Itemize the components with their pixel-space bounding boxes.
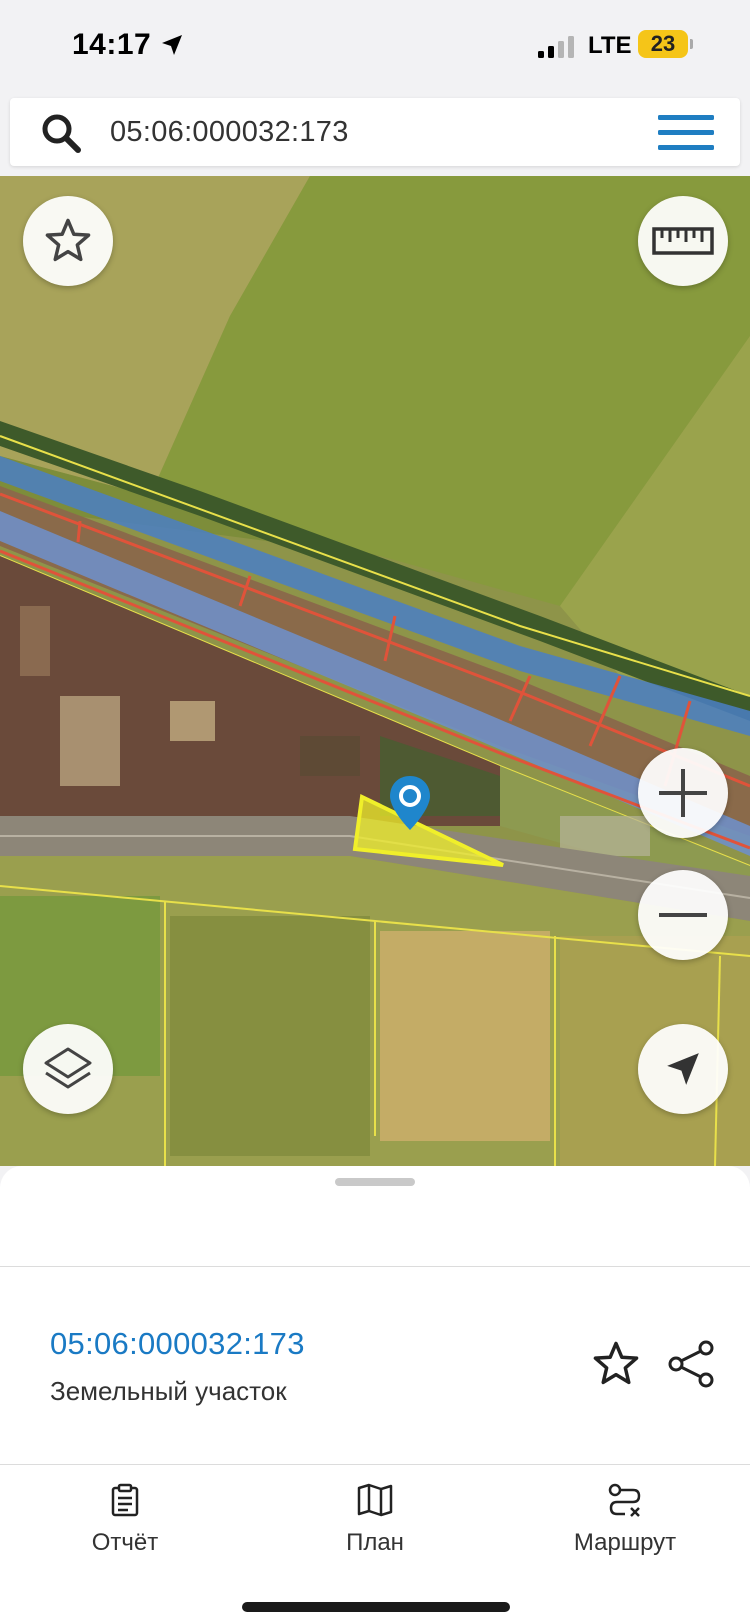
- map-view[interactable]: [0, 176, 750, 1166]
- status-time: 14:17: [72, 28, 152, 61]
- hamburger-menu-icon[interactable]: [658, 114, 714, 152]
- battery-tip: [690, 39, 693, 49]
- network-label: LTE: [588, 32, 632, 59]
- zoom-out-icon: [659, 913, 707, 917]
- zoom-in-button[interactable]: [638, 748, 728, 838]
- locate-icon: [667, 1053, 699, 1085]
- parcel-cadastral-number[interactable]: 05:06:000032:173: [50, 1326, 305, 1362]
- signal-icon: [538, 36, 574, 58]
- favorite-map-button[interactable]: [23, 196, 113, 286]
- parcel-type-label: Земельный участок: [50, 1376, 287, 1406]
- sheet-divider-top: [0, 1266, 750, 1267]
- route-tab[interactable]: Маршрут: [530, 1483, 720, 1563]
- location-arrow-icon: [162, 35, 182, 55]
- search-input[interactable]: 05:06:000032:173: [110, 116, 349, 149]
- layers-icon: [44, 1047, 92, 1089]
- clipboard-icon: [111, 1483, 139, 1517]
- zoom-out-button[interactable]: [638, 870, 728, 960]
- favorite-star-icon[interactable]: [590, 1338, 642, 1390]
- map-pin-icon: [390, 776, 430, 830]
- map-icon: [357, 1483, 393, 1517]
- route-icon: [608, 1483, 641, 1517]
- search-icon[interactable]: [38, 110, 84, 156]
- measure-button[interactable]: [638, 196, 728, 286]
- route-tab-label: Маршрут: [573, 1529, 677, 1556]
- layers-button[interactable]: [23, 1024, 113, 1114]
- plan-tab[interactable]: План: [280, 1483, 470, 1563]
- share-icon[interactable]: [666, 1338, 718, 1390]
- search-bar[interactable]: 05:06:000032:173: [10, 98, 740, 166]
- status-bar: 14:17 LTE 23: [0, 0, 750, 92]
- zoom-in-icon: [659, 769, 707, 817]
- battery-indicator: 23: [638, 30, 688, 58]
- sheet-divider-bottom: [0, 1464, 750, 1465]
- home-indicator[interactable]: [242, 1602, 510, 1612]
- sheet-drag-handle[interactable]: [335, 1178, 415, 1186]
- plan-tab-label: План: [346, 1529, 404, 1556]
- satellite-map[interactable]: [0, 176, 750, 1166]
- star-icon: [45, 218, 91, 262]
- report-tab-label: Отчёт: [91, 1529, 159, 1556]
- my-location-button[interactable]: [638, 1024, 728, 1114]
- report-tab[interactable]: Отчёт: [30, 1483, 220, 1563]
- ruler-icon: [652, 227, 714, 255]
